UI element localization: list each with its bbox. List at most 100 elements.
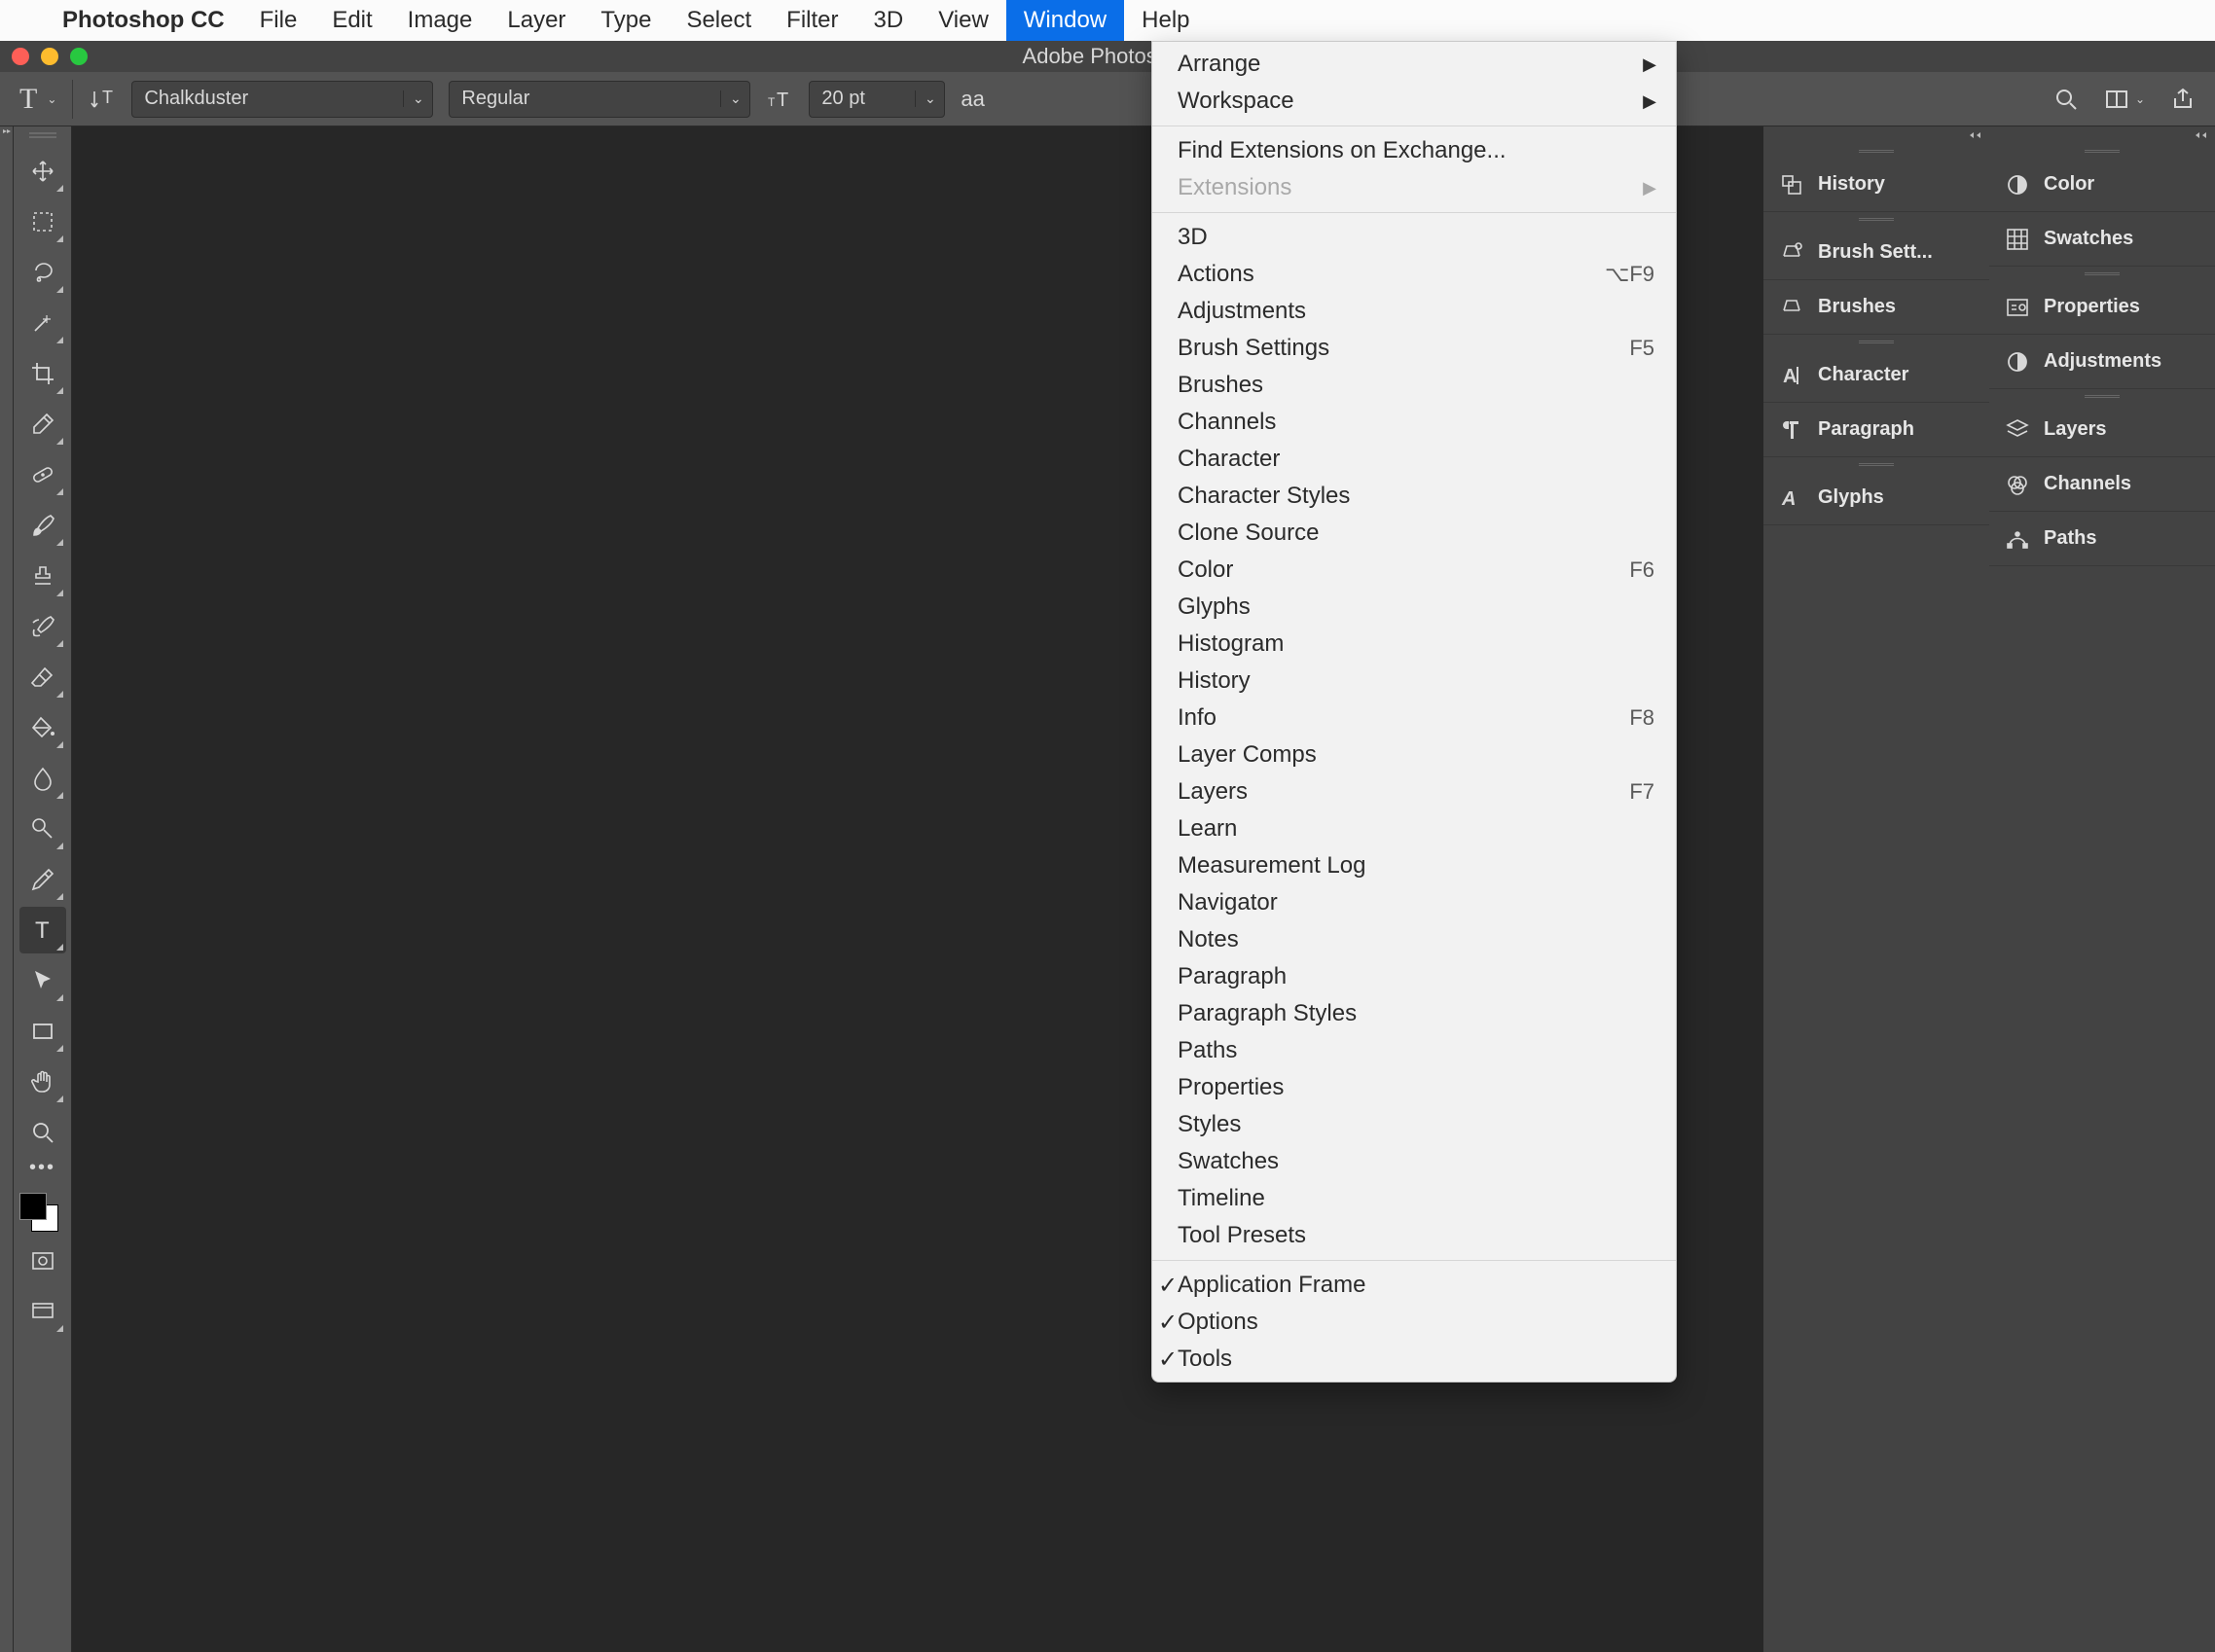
panel-tab-properties[interactable]: Properties <box>1989 280 2215 335</box>
menu-view[interactable]: View <box>921 0 1006 41</box>
menuitem-layers[interactable]: LayersF7 <box>1152 773 1676 810</box>
panel-tab-character[interactable]: ACharacter <box>1763 348 1989 403</box>
gradient-tool[interactable] <box>19 704 66 751</box>
path-select-tool[interactable] <box>19 957 66 1004</box>
crop-tool[interactable] <box>19 350 66 397</box>
panel-tab-brush-sett-[interactable]: Brush Sett... <box>1763 226 1989 280</box>
panel-drag-handle[interactable] <box>1763 144 1989 158</box>
toolbar-handle[interactable] <box>29 132 56 140</box>
menuitem-layer-comps[interactable]: Layer Comps <box>1152 736 1676 773</box>
tool-preset-caret-icon[interactable]: ⌄ <box>47 92 56 106</box>
panel-tab-color[interactable]: Color <box>1989 158 2215 212</box>
menuitem-3d[interactable]: 3D <box>1152 219 1676 256</box>
panel-tab-history[interactable]: History <box>1763 158 1989 212</box>
menuitem-tool-presets[interactable]: Tool Presets <box>1152 1217 1676 1254</box>
panel-tab-paths[interactable]: Paths <box>1989 512 2215 566</box>
fg-bg-swatch[interactable] <box>19 1193 58 1232</box>
panel-tab-brushes[interactable]: Brushes <box>1763 280 1989 335</box>
panel-collapse-button[interactable] <box>1763 126 1989 144</box>
close-window-button[interactable] <box>12 48 29 65</box>
menuitem-measurement-log[interactable]: Measurement Log <box>1152 847 1676 884</box>
menuitem-glyphs[interactable]: Glyphs <box>1152 589 1676 626</box>
panel-tab-channels[interactable]: Channels <box>1989 457 2215 512</box>
panel-drag-handle[interactable] <box>1989 389 2215 403</box>
panel-collapse-button[interactable] <box>1989 126 2215 144</box>
menuitem-learn[interactable]: Learn <box>1152 810 1676 847</box>
lasso-tool[interactable] <box>19 249 66 296</box>
move-tool[interactable] <box>19 148 66 195</box>
menuitem-actions[interactable]: Actions⌥F9 <box>1152 256 1676 293</box>
menu-image[interactable]: Image <box>390 0 490 41</box>
eraser-tool[interactable] <box>19 654 66 700</box>
text-orientation-button[interactable]: T <box>89 86 116 113</box>
dodge-tool[interactable] <box>19 806 66 852</box>
screen-mode-button[interactable] <box>19 1288 66 1335</box>
panel-drag-handle[interactable] <box>1989 144 2215 158</box>
menuitem-history[interactable]: History <box>1152 663 1676 700</box>
menuitem-paths[interactable]: Paths <box>1152 1032 1676 1069</box>
shape-tool[interactable] <box>19 1008 66 1055</box>
menuitem-info[interactable]: InfoF8 <box>1152 700 1676 736</box>
menuitem-notes[interactable]: Notes <box>1152 921 1676 958</box>
panel-tab-layers[interactable]: Layers <box>1989 403 2215 457</box>
menuitem-tools[interactable]: ✓Tools <box>1152 1341 1676 1378</box>
clone-stamp-tool[interactable] <box>19 553 66 599</box>
menuitem-timeline[interactable]: Timeline <box>1152 1180 1676 1217</box>
menu-file[interactable]: File <box>242 0 315 41</box>
menu-help[interactable]: Help <box>1124 0 1207 41</box>
zoom-tool[interactable] <box>19 1109 66 1156</box>
panel-drag-handle[interactable] <box>1763 457 1989 471</box>
menuitem-brush-settings[interactable]: Brush SettingsF5 <box>1152 330 1676 367</box>
font-family-select[interactable]: Chalkduster⌄ <box>131 81 433 118</box>
search-icon[interactable] <box>2053 87 2079 112</box>
menuitem-options[interactable]: ✓Options <box>1152 1304 1676 1341</box>
menuitem-channels[interactable]: Channels <box>1152 404 1676 441</box>
edit-toolbar-button[interactable]: ••• <box>19 1158 66 1177</box>
eyedropper-tool[interactable] <box>19 401 66 448</box>
menu-3d[interactable]: 3D <box>856 0 922 41</box>
menuitem-paragraph-styles[interactable]: Paragraph Styles <box>1152 995 1676 1032</box>
menuitem-styles[interactable]: Styles <box>1152 1106 1676 1143</box>
menuitem-find-extensions-on-exchange-[interactable]: Find Extensions on Exchange... <box>1152 132 1676 169</box>
healing-brush-tool[interactable] <box>19 451 66 498</box>
menuitem-arrange[interactable]: Arrange▶ <box>1152 46 1676 83</box>
menu-type[interactable]: Type <box>583 0 669 41</box>
menuitem-workspace[interactable]: Workspace▶ <box>1152 83 1676 120</box>
magic-wand-tool[interactable] <box>19 300 66 346</box>
menu-filter[interactable]: Filter <box>769 0 855 41</box>
menu-window[interactable]: Window <box>1006 0 1124 41</box>
pen-tool[interactable] <box>19 856 66 903</box>
menuitem-clone-source[interactable]: Clone Source <box>1152 515 1676 552</box>
hand-tool[interactable] <box>19 1059 66 1105</box>
blur-tool[interactable] <box>19 755 66 802</box>
menuitem-character[interactable]: Character <box>1152 441 1676 478</box>
quick-mask-button[interactable] <box>19 1238 66 1284</box>
menu-select[interactable]: Select <box>669 0 769 41</box>
menuitem-color[interactable]: ColorF6 <box>1152 552 1676 589</box>
app-name-menu[interactable]: Photoshop CC <box>45 7 242 34</box>
menuitem-brushes[interactable]: Brushes <box>1152 367 1676 404</box>
panel-tab-adjustments[interactable]: Adjustments <box>1989 335 2215 389</box>
share-icon[interactable] <box>2170 87 2196 112</box>
brush-tool[interactable] <box>19 502 66 549</box>
panel-drag-handle[interactable] <box>1763 335 1989 348</box>
panel-drag-handle[interactable] <box>1763 212 1989 226</box>
font-size-select[interactable]: 20 pt⌄ <box>809 81 945 118</box>
menu-layer[interactable]: Layer <box>490 0 583 41</box>
menuitem-histogram[interactable]: Histogram <box>1152 626 1676 663</box>
menuitem-application-frame[interactable]: ✓Application Frame <box>1152 1267 1676 1304</box>
maximize-window-button[interactable] <box>70 48 88 65</box>
panel-drag-handle[interactable] <box>1989 267 2215 280</box>
font-style-select[interactable]: Regular⌄ <box>449 81 750 118</box>
workspace-switcher-button[interactable]: ⌄ <box>2104 87 2145 112</box>
minimize-window-button[interactable] <box>41 48 58 65</box>
menuitem-swatches[interactable]: Swatches <box>1152 1143 1676 1180</box>
menuitem-navigator[interactable]: Navigator <box>1152 884 1676 921</box>
type-tool[interactable]: T <box>19 907 66 953</box>
tool-preset-button[interactable]: T <box>19 83 37 116</box>
panel-tab-swatches[interactable]: Swatches <box>1989 212 2215 267</box>
menuitem-character-styles[interactable]: Character Styles <box>1152 478 1676 515</box>
menuitem-paragraph[interactable]: Paragraph <box>1152 958 1676 995</box>
panel-tab-glyphs[interactable]: AGlyphs <box>1763 471 1989 525</box>
marquee-tool[interactable] <box>19 198 66 245</box>
